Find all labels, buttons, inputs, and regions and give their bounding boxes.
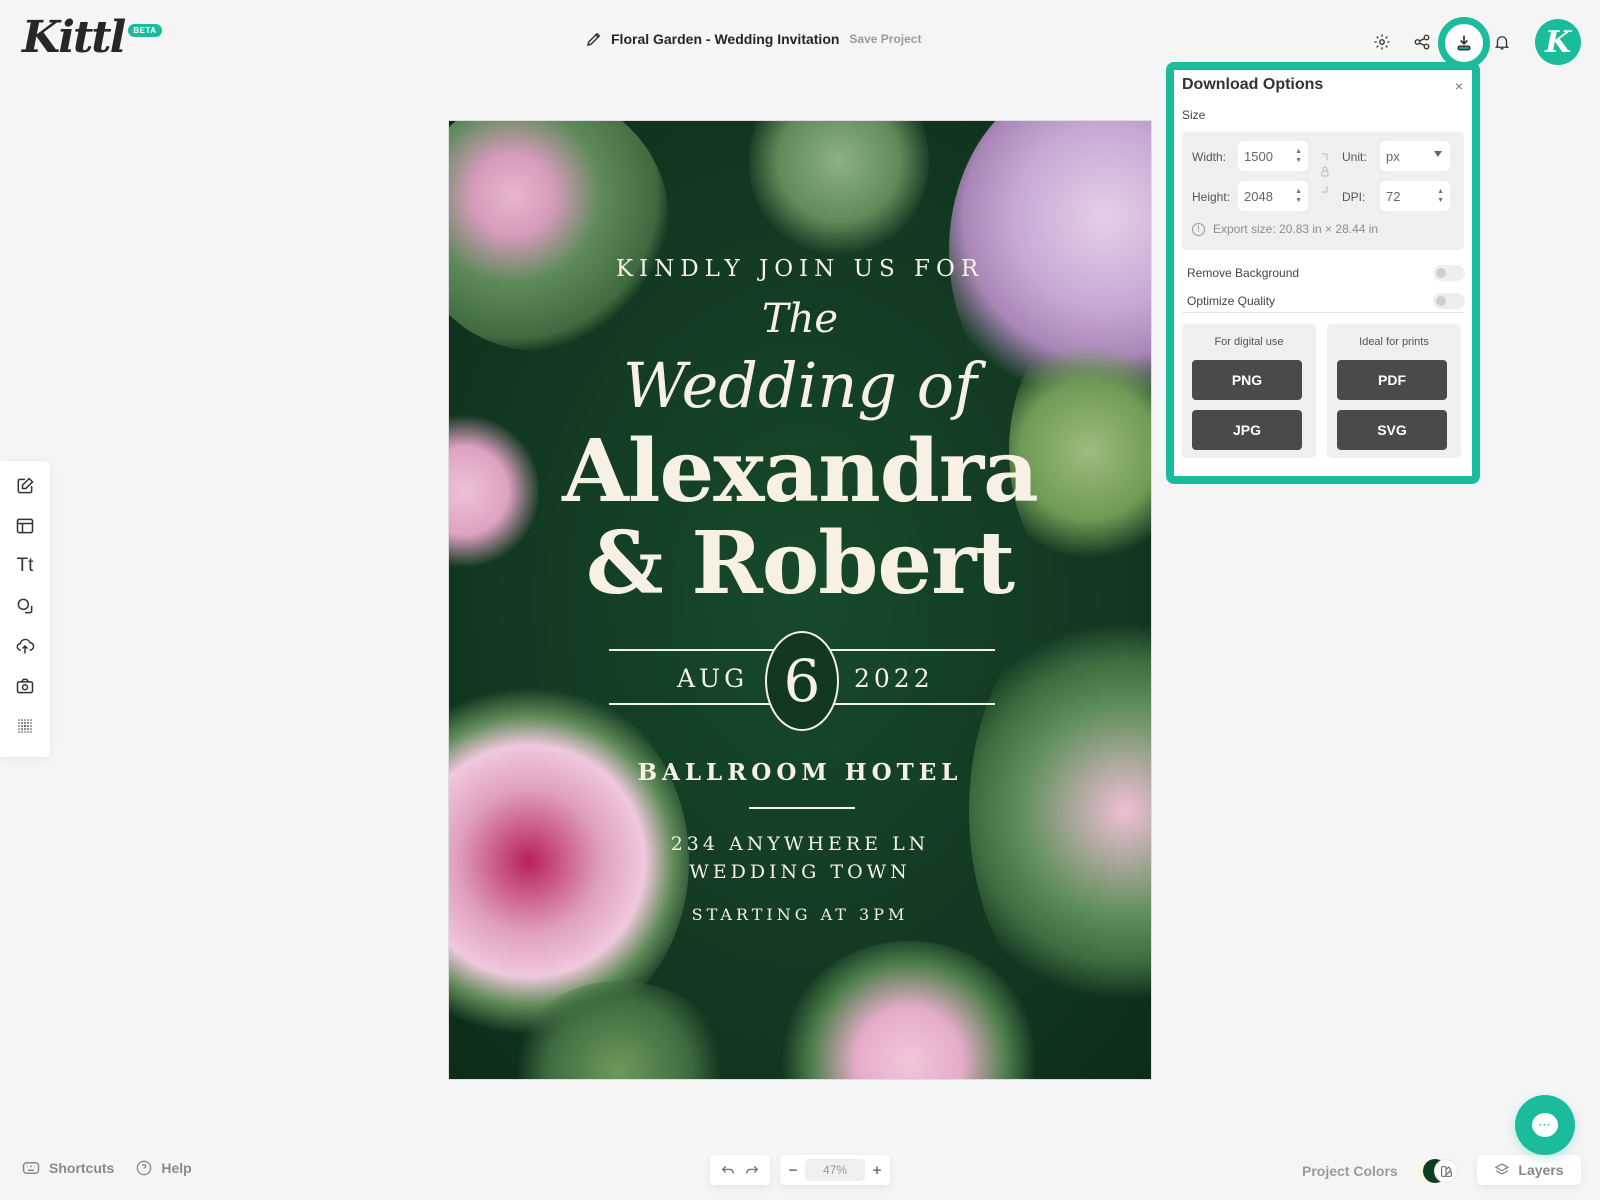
panel-divider	[1182, 312, 1464, 313]
dpi-input[interactable]: 72 ▲ ▼	[1380, 181, 1450, 211]
close-icon[interactable]: ×	[1452, 78, 1466, 94]
pencil-icon[interactable]	[585, 30, 603, 48]
text-icon[interactable]: Tt	[13, 554, 37, 578]
avatar[interactable]: K	[1535, 19, 1581, 65]
history-controls	[710, 1155, 770, 1185]
jpg-button[interactable]: JPG	[1192, 410, 1302, 450]
download-icon	[1457, 35, 1471, 51]
edit-icon[interactable]	[13, 474, 37, 498]
venue-divider	[749, 807, 855, 809]
panel-title: Download Options	[1182, 76, 1324, 93]
palette-icon	[1440, 1165, 1452, 1177]
address-line-1[interactable]: 234 ANYWHERE LN	[449, 833, 1151, 855]
chat-support-button[interactable]: ···	[1515, 1095, 1575, 1155]
start-time-text[interactable]: STARTING AT 3PM	[449, 905, 1151, 924]
png-button[interactable]: PNG	[1192, 360, 1302, 400]
date-block[interactable]: AUG 6 2022	[609, 631, 995, 731]
design-canvas[interactable]: KINDLY JOIN US FOR The Wedding of Alexan…	[448, 120, 1152, 1080]
venue-text[interactable]: BALLROOM HOTEL	[449, 759, 1151, 786]
bottom-left-links: Shortcuts Help	[22, 1160, 206, 1176]
logo-text: Kittl	[22, 12, 126, 63]
shortcuts-label: Shortcuts	[49, 1160, 115, 1176]
chat-icon: ···	[1532, 1113, 1558, 1137]
date-day-oval: 6	[765, 631, 839, 731]
project-title-bar: Floral Garden - Wedding Invitation Save …	[585, 30, 921, 48]
aspect-lock-icon[interactable]	[1320, 152, 1330, 194]
pattern-icon[interactable]	[13, 714, 37, 738]
kittl-logo[interactable]: Kittl BETA	[22, 14, 162, 62]
digital-caption: For digital use	[1214, 336, 1284, 348]
export-size-text: Export size: 20.83 in × 28.44 in	[1213, 222, 1379, 236]
save-project-button[interactable]: Save Project	[849, 32, 921, 46]
upload-icon[interactable]	[13, 634, 37, 658]
undo-icon[interactable]	[721, 1164, 735, 1176]
gear-icon[interactable]	[1370, 30, 1394, 54]
optimize-quality-toggle[interactable]	[1433, 293, 1465, 309]
remove-background-toggle[interactable]	[1433, 265, 1465, 281]
zoom-in-button[interactable]: +	[870, 1162, 884, 1179]
optimize-quality-row: Optimize Quality	[1187, 293, 1465, 309]
keyboard-icon	[22, 1162, 40, 1174]
share-icon[interactable]	[1410, 30, 1434, 54]
help-label: Help	[161, 1160, 192, 1176]
print-caption: Ideal for prints	[1359, 336, 1429, 348]
camera-icon[interactable]	[13, 674, 37, 698]
shapes-icon[interactable]	[13, 594, 37, 618]
chevron-down-icon	[1434, 151, 1442, 157]
info-icon: !	[1192, 222, 1205, 236]
download-options-panel: Download Options × Size Width: 1500 ▲ ▼ H…	[1166, 62, 1480, 484]
unit-select[interactable]: px	[1380, 141, 1450, 171]
kindly-join-text[interactable]: KINDLY JOIN US FOR	[449, 256, 1151, 282]
layers-label: Layers	[1518, 1162, 1564, 1178]
width-value: 1500	[1244, 149, 1273, 164]
optimize-quality-label: Optimize Quality	[1187, 294, 1276, 308]
dpi-value: 72	[1386, 189, 1401, 204]
remove-background-row: Remove Background	[1187, 265, 1465, 281]
zoom-level[interactable]: 47%	[805, 1159, 865, 1181]
unit-label: Unit:	[1342, 150, 1367, 164]
address-line-2[interactable]: WEDDING TOWN	[449, 861, 1151, 883]
the-script-text[interactable]: The	[449, 296, 1151, 342]
svg-button[interactable]: SVG	[1337, 410, 1447, 450]
color-palette-button[interactable]	[1434, 1159, 1458, 1183]
height-value: 2048	[1244, 189, 1273, 204]
redo-icon[interactable]	[745, 1164, 759, 1176]
help-button[interactable]: Help	[136, 1160, 192, 1176]
dpi-label: DPI:	[1342, 190, 1366, 204]
date-month: AUG	[677, 664, 749, 693]
shortcuts-button[interactable]: Shortcuts	[22, 1160, 114, 1176]
remove-background-label: Remove Background	[1187, 266, 1300, 280]
size-label: Size	[1182, 108, 1206, 122]
print-formats-card: Ideal for prints PDF SVG	[1327, 324, 1461, 458]
zoom-controls: − 47% +	[780, 1155, 890, 1185]
width-stepper[interactable]: ▲ ▼	[1295, 147, 1302, 165]
width-label: Width:	[1192, 150, 1227, 164]
beta-badge: BETA	[128, 24, 162, 37]
layers-button[interactable]: Layers	[1477, 1155, 1581, 1185]
help-icon	[137, 1160, 152, 1176]
layers-icon	[1495, 1163, 1510, 1175]
zoom-out-button[interactable]: −	[786, 1162, 800, 1179]
groom-name-text[interactable]: & Robert	[449, 513, 1151, 614]
templates-icon[interactable]	[13, 514, 37, 538]
height-input[interactable]: 2048 ▲ ▼	[1238, 181, 1308, 211]
wedding-of-script-text[interactable]: Wedding of	[449, 349, 1151, 422]
bride-name-text[interactable]: Alexandra	[449, 421, 1151, 522]
digital-formats-card: For digital use PNG JPG	[1182, 324, 1316, 458]
project-colors-label: Project Colors	[1302, 1163, 1398, 1179]
width-input[interactable]: 1500 ▲ ▼	[1238, 141, 1308, 171]
project-title[interactable]: Floral Garden - Wedding Invitation	[611, 31, 839, 47]
date-year: 2022	[854, 664, 934, 693]
unit-value: px	[1386, 149, 1400, 164]
height-label: Height:	[1192, 190, 1231, 204]
pdf-button[interactable]: PDF	[1337, 360, 1447, 400]
left-toolbar: Tt	[0, 461, 50, 757]
height-stepper[interactable]: ▲ ▼	[1295, 187, 1302, 205]
size-settings: Width: 1500 ▲ ▼ Height: 2048 ▲ ▼ Unit: px …	[1182, 132, 1464, 250]
export-size-info: ! Export size: 20.83 in × 28.44 in	[1192, 222, 1378, 236]
bell-icon[interactable]	[1490, 30, 1514, 54]
dpi-stepper[interactable]: ▲ ▼	[1437, 187, 1444, 205]
